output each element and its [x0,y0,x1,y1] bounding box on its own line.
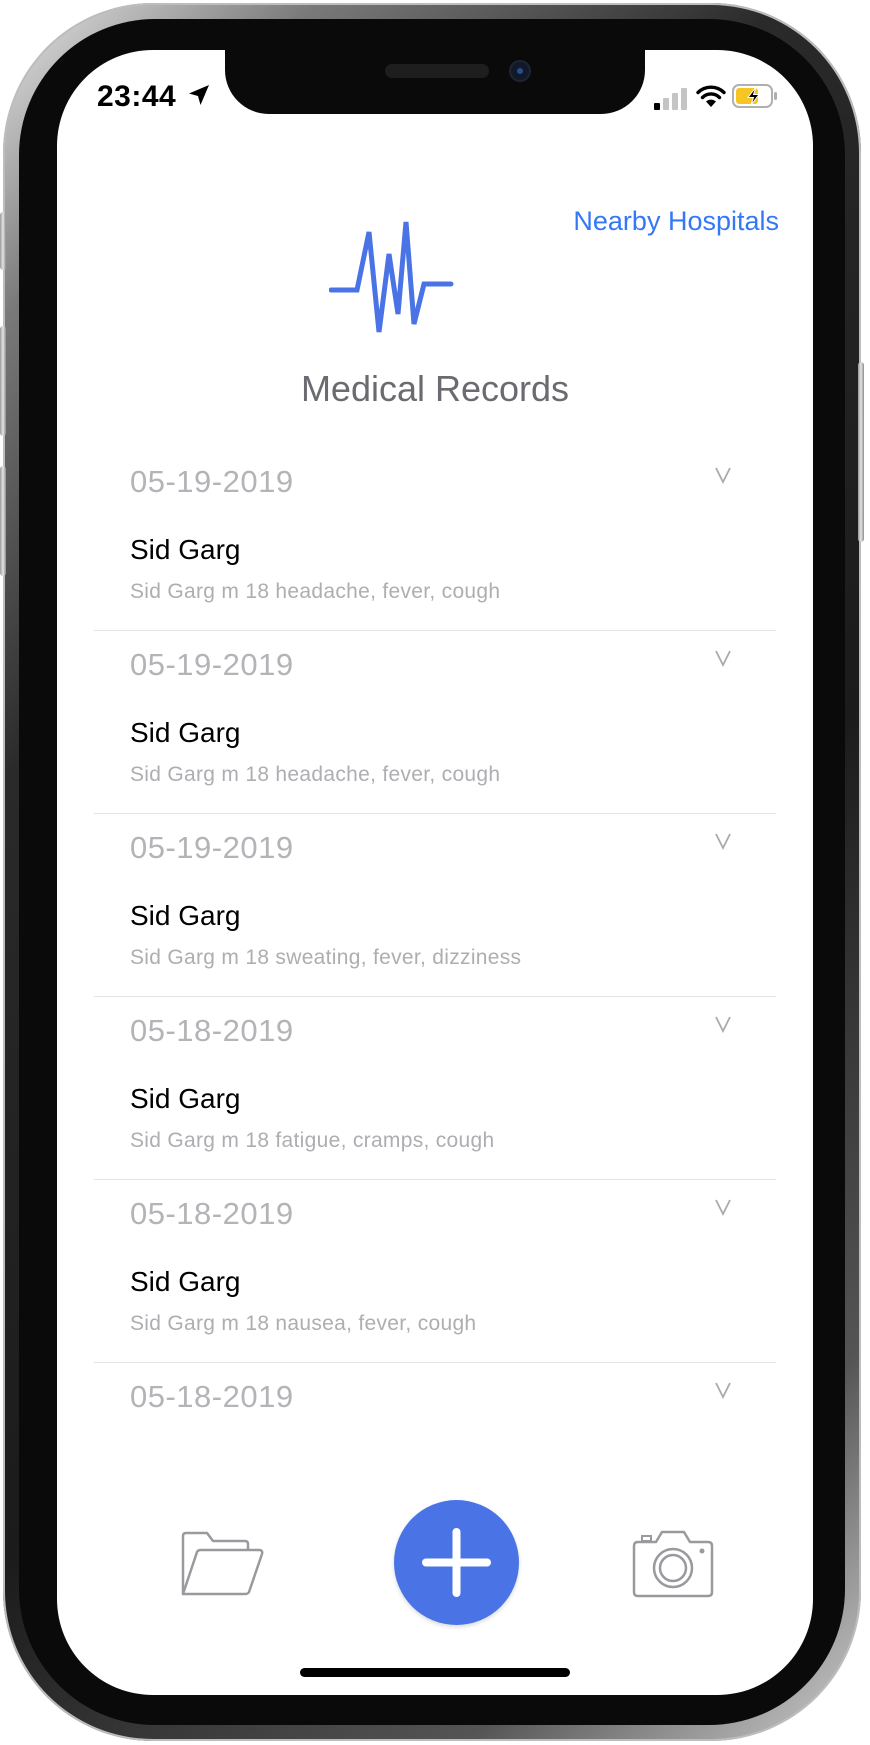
location-arrow-icon [189,85,209,105]
record-name: Sid Garg [130,534,241,565]
record-details: Sid Garg m 18 sweating, fever, dizziness [130,946,522,969]
chevron-down-icon[interactable] [715,466,731,484]
heartbeat-logo-icon [329,221,454,333]
record-date: 05-18-2019 [130,1379,294,1414]
records-list: 05-19-2019 Sid Garg Sid Garg m 18 headac… [57,448,813,1546]
earpiece-speaker [385,64,489,78]
home-indicator[interactable] [300,1668,570,1677]
chevron-down-icon[interactable] [715,1381,731,1399]
cellular-signal-icon [654,88,687,110]
plus-icon [422,1528,491,1597]
record-item[interactable]: 05-19-2019 Sid Garg Sid Garg m 18 sweati… [57,814,813,997]
chevron-down-icon[interactable] [715,1015,731,1033]
chevron-down-icon[interactable] [715,1198,731,1216]
nearby-hospitals-link[interactable]: Nearby Hospitals [573,206,779,237]
record-details: Sid Garg m 18 nausea, fever, cough [130,1312,477,1335]
volume-down-button [0,466,6,576]
record-item[interactable]: 05-19-2019 Sid Garg Sid Garg m 18 headac… [57,448,813,631]
record-date: 05-19-2019 [130,464,294,499]
record-details: Sid Garg m 18 headache, fever, cough [130,580,501,603]
record-details: Sid Garg m 18 headache, fever, cough [130,763,501,786]
record-date: 05-18-2019 [130,1013,294,1048]
notch [225,50,645,114]
record-name: Sid Garg [130,1266,241,1297]
record-item[interactable]: 05-18-2019 Sid Garg Sid Garg m 18 nausea… [57,1180,813,1363]
wifi-icon [696,85,726,107]
power-button [858,362,864,542]
chevron-down-icon[interactable] [715,649,731,667]
folder-icon[interactable] [179,1530,265,1598]
page-title: Medical Records [300,368,570,409]
record-date: 05-19-2019 [130,647,294,682]
volume-up-button [0,326,6,436]
battery-charging-icon [732,84,777,108]
record-item[interactable]: 05-18-2019 Sid Garg Sid Garg m 18 fatigu… [57,997,813,1180]
record-details: Sid Garg m 18 fatigue, cramps, cough [130,1129,495,1152]
mute-switch [0,212,6,270]
front-camera [509,60,531,82]
app-screen: 23:44 Nearby Hospitals Medical Records 0… [57,50,813,1695]
record-name: Sid Garg [130,900,241,931]
record-name: Sid Garg [130,717,241,748]
chevron-down-icon[interactable] [715,832,731,850]
record-date: 05-19-2019 [130,830,294,865]
add-record-button[interactable] [394,1500,519,1625]
record-name: Sid Garg [130,1083,241,1114]
status-time: 23:44 [97,80,177,113]
record-date: 05-18-2019 [130,1196,294,1231]
record-item[interactable]: 05-19-2019 Sid Garg Sid Garg m 18 headac… [57,631,813,814]
camera-icon[interactable] [630,1528,716,1600]
